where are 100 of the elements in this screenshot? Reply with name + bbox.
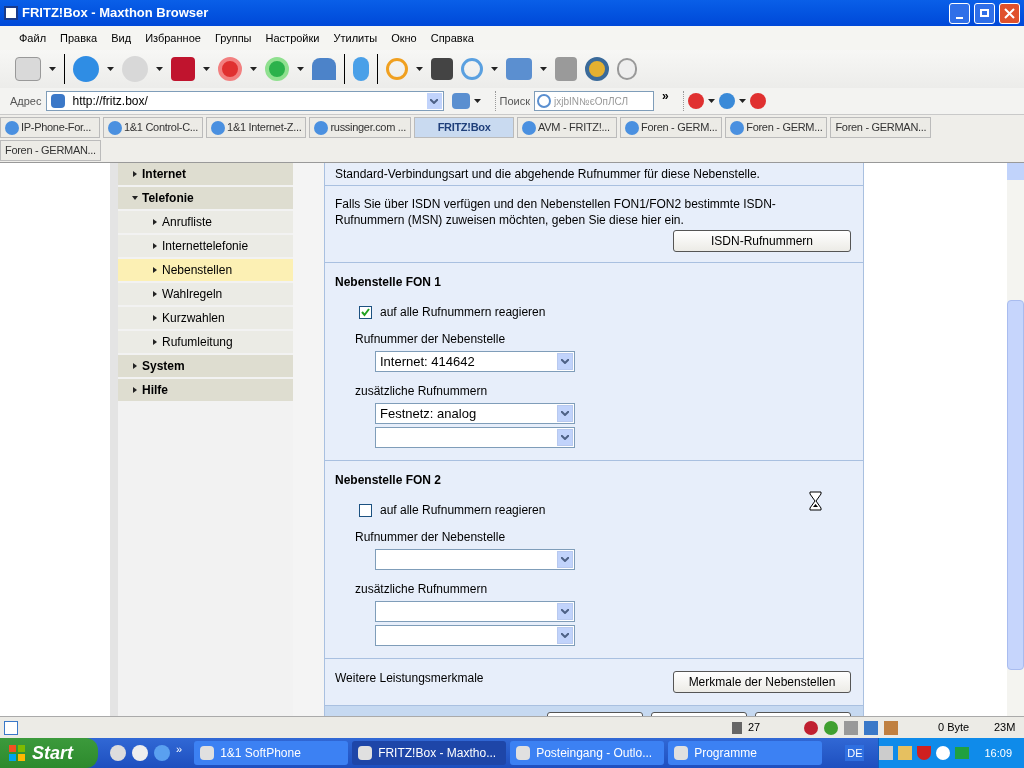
menu-item[interactable]: Окно bbox=[391, 29, 417, 47]
chevron-down-icon bbox=[561, 633, 569, 638]
nav-section[interactable]: System bbox=[118, 355, 293, 377]
menu-item[interactable]: Файл bbox=[19, 29, 47, 47]
browser-tab[interactable]: 1&1 Control-C... bbox=[103, 117, 204, 138]
windows-logo-icon bbox=[8, 744, 26, 762]
nav-item[interactable]: Rufumleitung bbox=[118, 331, 293, 353]
caret-right-icon bbox=[152, 339, 158, 345]
isdn-text: Falls Sie über ISDN verfügen und den Nebenstellen FON1/FON2 bestimmte ISDN-Rufnummern (MSN) zuweisen möchten, geben Sie diese hier ein. bbox=[335, 196, 777, 228]
restore-button[interactable] bbox=[974, 2, 995, 24]
caret-icon[interactable] bbox=[203, 67, 210, 71]
checkbox[interactable] bbox=[359, 305, 372, 319]
dropdown-field[interactable]: Festnetz: analog bbox=[375, 403, 575, 424]
caret-right-icon bbox=[132, 171, 138, 177]
browser-tab[interactable]: russinger.com ... bbox=[309, 117, 412, 138]
dropdown-field[interactable]: Internet: 414642 bbox=[375, 351, 575, 372]
clock: 16:09 bbox=[984, 745, 1012, 761]
browser-tab[interactable]: Foren - GERMAN... bbox=[830, 117, 932, 138]
menu-item[interactable]: Группы bbox=[214, 29, 252, 47]
search-field[interactable]: jxjbIN№єОпЛСЛ bbox=[534, 91, 654, 111]
search-label: Поиск bbox=[499, 93, 530, 109]
chevron-down-icon bbox=[561, 411, 569, 416]
chevron-down-icon bbox=[561, 557, 569, 562]
trash-count: 27 bbox=[748, 720, 762, 736]
field-label: zusätzliche Rufnummern bbox=[355, 581, 489, 598]
address-field[interactable]: http://fritz.box/ bbox=[45, 91, 444, 111]
caret-icon[interactable] bbox=[473, 99, 481, 103]
checkbox-label: auf alle Rufnummern reagieren bbox=[380, 304, 546, 321]
nav-item[interactable]: Wahlregeln bbox=[118, 283, 293, 305]
scrollbar[interactable] bbox=[1007, 163, 1024, 716]
browser-tab[interactable]: FRITZ!Box bbox=[414, 117, 515, 138]
chevron-down-icon bbox=[561, 609, 569, 614]
nav-item[interactable]: Kurzwahlen bbox=[118, 307, 293, 329]
features-button[interactable]: Merkmale der Nebenstellen bbox=[673, 671, 851, 693]
menu-item[interactable]: Справка bbox=[430, 29, 474, 47]
browser-tab[interactable]: IP-Phone-For... bbox=[0, 117, 100, 138]
taskbar-button[interactable]: FRITZ!Box - Maxtho... bbox=[352, 741, 507, 765]
caret-right-icon bbox=[152, 267, 158, 273]
nav-item[interactable]: Nebenstellen bbox=[118, 259, 293, 281]
menu-item[interactable]: Правка bbox=[60, 29, 98, 47]
taskbar-button[interactable]: 1&1 SoftPhone bbox=[194, 741, 349, 765]
nav-item[interactable]: Internettelefonie bbox=[118, 235, 293, 257]
nav-section[interactable]: Telefonie bbox=[118, 187, 293, 209]
checkbox-label: auf alle Rufnummern reagieren bbox=[380, 502, 546, 519]
caret-icon[interactable] bbox=[250, 67, 257, 71]
start-button[interactable]: Start bbox=[0, 738, 98, 768]
browser-tab[interactable]: Foren - GERMAN... bbox=[0, 140, 101, 161]
caret-icon[interactable] bbox=[738, 99, 746, 103]
caret-icon[interactable] bbox=[416, 67, 423, 71]
caret-icon[interactable] bbox=[707, 99, 715, 103]
dropdown-field[interactable] bbox=[375, 427, 575, 448]
menu-item[interactable]: Избранное bbox=[145, 29, 201, 47]
isdn-button[interactable]: ISDN-Rufnummern bbox=[673, 230, 851, 252]
field-label: Rufnummer der Nebenstelle bbox=[355, 529, 507, 546]
caret-icon[interactable] bbox=[49, 67, 56, 71]
taskbar-button[interactable]: Programme bbox=[668, 741, 823, 765]
caret-right-icon bbox=[152, 219, 158, 225]
field-label: Rufnummer der Nebenstelle bbox=[355, 331, 507, 348]
dropdown-field[interactable] bbox=[375, 549, 575, 570]
caret-icon[interactable] bbox=[107, 67, 114, 71]
nav-section[interactable]: Internet bbox=[118, 163, 293, 185]
caret-right-icon bbox=[152, 315, 158, 321]
traffic-text: 0 Byte bbox=[938, 720, 971, 736]
chevron-down-icon bbox=[430, 98, 438, 104]
browser-tab[interactable]: Foren - GERM... bbox=[725, 117, 828, 138]
browser-tab[interactable]: 1&1 Internet-Z... bbox=[206, 117, 307, 138]
field-label: zusätzliche Rufnummern bbox=[355, 383, 489, 400]
caret-icon[interactable] bbox=[297, 67, 304, 71]
nav-section[interactable]: Hilfe bbox=[118, 379, 293, 401]
browser-tab[interactable]: AVM - FRITZ!... bbox=[517, 117, 618, 138]
more-button[interactable]: » bbox=[662, 87, 669, 105]
section-title: Nebenstelle FON 2 bbox=[335, 472, 443, 489]
taskbar-button[interactable]: Posteingang - Outlo... bbox=[510, 741, 665, 765]
search-input[interactable]: jxjbIN№єОпЛСЛ bbox=[554, 93, 652, 109]
close-button[interactable] bbox=[999, 2, 1020, 24]
caret-icon[interactable] bbox=[491, 67, 498, 71]
section-title: Nebenstelle FON 1 bbox=[335, 274, 443, 291]
dropdown-field[interactable] bbox=[375, 601, 575, 622]
checkbox[interactable] bbox=[359, 503, 372, 517]
menu-item[interactable]: Вид bbox=[111, 29, 132, 47]
chevron-down-icon bbox=[561, 359, 569, 364]
features-label: Weitere Leistungsmerkmale bbox=[335, 670, 484, 687]
window-title: FRITZ!Box - Maxthon Browser bbox=[22, 4, 210, 23]
caret-icon[interactable] bbox=[156, 67, 163, 71]
menu-item[interactable]: Утилиты bbox=[333, 29, 378, 47]
language-indicator[interactable]: DE bbox=[845, 744, 865, 762]
dropdown-field[interactable] bbox=[375, 625, 575, 646]
more-button[interactable]: » bbox=[176, 740, 183, 758]
menu-item[interactable]: Настройки bbox=[265, 29, 320, 47]
caret-right-icon bbox=[152, 243, 158, 249]
browser-tab[interactable]: Foren - GERM... bbox=[620, 117, 723, 138]
search-icon bbox=[537, 94, 551, 108]
address-label: Адрес bbox=[10, 93, 42, 109]
memory-text: 23M bbox=[994, 720, 1017, 736]
chevron-down-icon bbox=[561, 435, 569, 440]
caret-right-icon bbox=[152, 291, 158, 297]
caret-icon[interactable] bbox=[540, 67, 547, 71]
hourglass-cursor-icon bbox=[809, 491, 822, 511]
minimize-button[interactable] bbox=[949, 2, 970, 24]
nav-item[interactable]: Anrufliste bbox=[118, 211, 293, 233]
